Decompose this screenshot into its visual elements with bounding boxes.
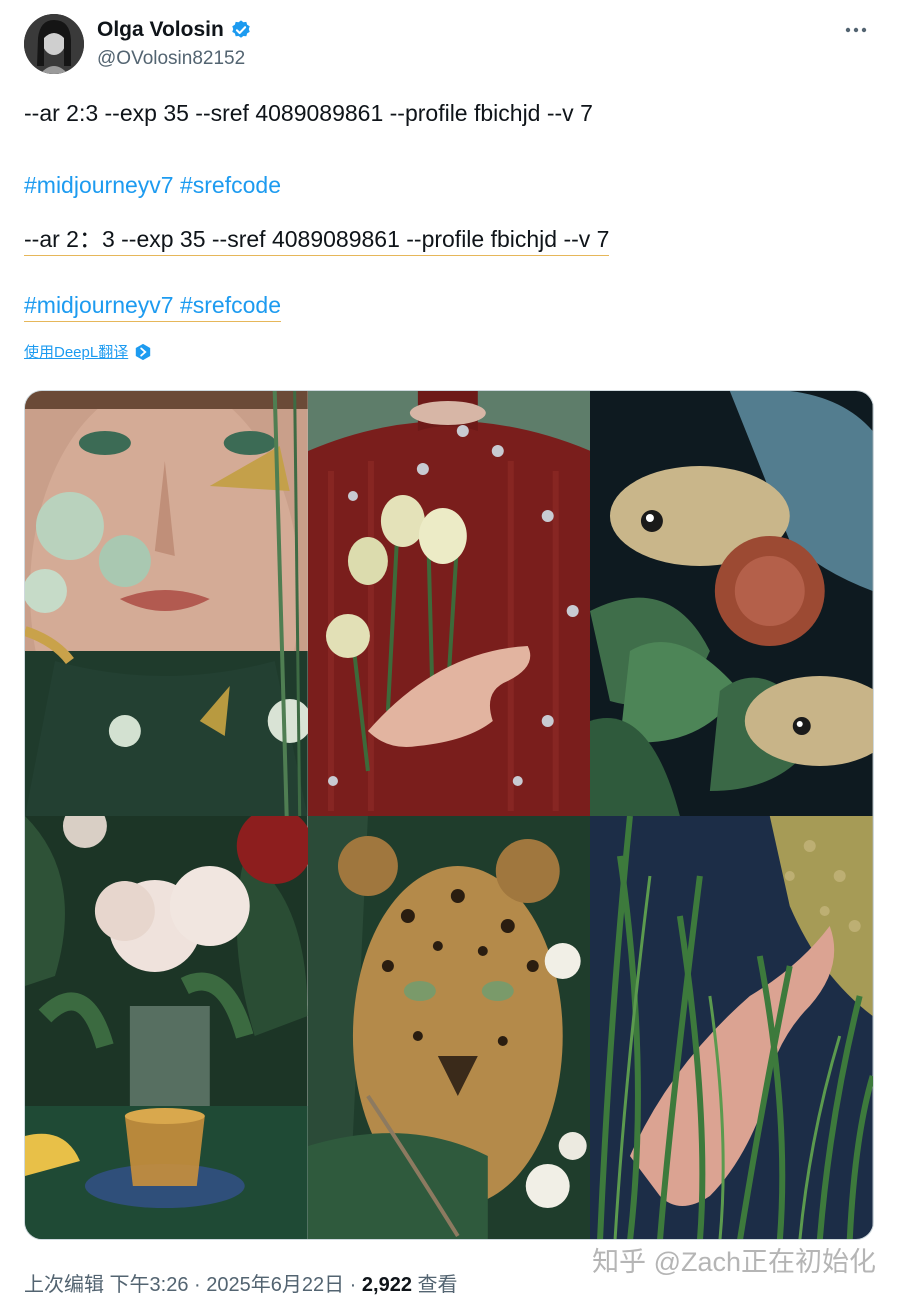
peonies-tea-cup-image[interactable] <box>25 816 308 1239</box>
velvet-dress-tulips-hand-image[interactable] <box>307 391 591 816</box>
author-name[interactable]: Olga Volosin <box>97 18 252 42</box>
view-count: 2,922 <box>361 1274 412 1296</box>
hashtag-row-2: #midjourneyv7 #srefcode <box>24 292 281 322</box>
tweet-header: Olga Volosin @OVolosin82152 <box>24 14 874 76</box>
goldfish-flowers-image[interactable] <box>590 391 873 816</box>
hashtag-link[interactable]: #midjourneyv7 <box>24 292 174 322</box>
view-count-label: 查看 <box>411 1274 458 1296</box>
hashtag-link[interactable]: #srefcode <box>180 172 281 198</box>
portrait-young-man-butterflies-image[interactable] <box>25 391 308 816</box>
avatar[interactable] <box>24 14 84 74</box>
tweet-text-line-2: --ar 2：3 --exp 35 --sref 4089089861 --pr… <box>24 220 610 256</box>
author-handle[interactable]: @OVolosin82152 <box>97 48 245 70</box>
deepl-icon <box>134 343 152 361</box>
zhihu-watermark: 知乎 @Zach正在初始化 <box>592 1247 876 1277</box>
media-grid <box>24 390 874 1240</box>
tweet-meta: 上次编辑 下午3:26 · 2025年6月22日 · 2,922 查看 <box>24 1268 458 1296</box>
hand-in-grass-image[interactable] <box>590 816 873 1239</box>
hashtag-link[interactable]: #srefcode <box>179 292 281 322</box>
leopard-foliage-image[interactable] <box>307 816 591 1239</box>
verified-badge-icon <box>230 19 252 41</box>
more-options-icon[interactable] <box>840 16 872 44</box>
deepl-translate-link[interactable]: 使用DeepL翻译 <box>24 341 152 362</box>
author-name-text[interactable]: Olga Volosin <box>97 18 224 42</box>
deepl-translate-label[interactable]: 使用DeepL翻译 <box>24 341 128 362</box>
hashtag-link[interactable]: #midjourneyv7 <box>24 172 174 198</box>
edited-timestamp[interactable]: 上次编辑 下午3:26 · 2025年6月22日 · <box>24 1274 362 1296</box>
hashtag-row-1: #midjourneyv7 #srefcode <box>24 172 281 199</box>
tweet-text-line-1: --ar 2:3 --exp 35 --sref 4089089861 --pr… <box>24 100 593 126</box>
translated-text: --ar 2：3 --exp 35 --sref 4089089861 --pr… <box>24 226 610 256</box>
